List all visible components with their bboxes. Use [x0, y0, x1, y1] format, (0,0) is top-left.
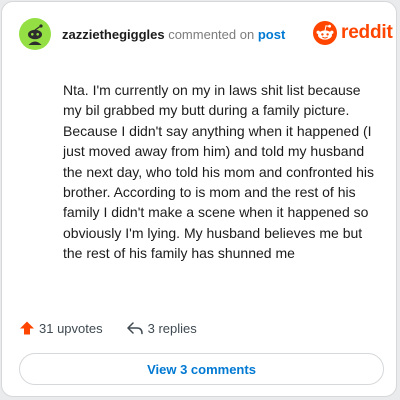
comment-body: Nta. I'm currently on my in laws shit li… [63, 82, 375, 262]
reddit-wordmark: reddit [341, 22, 393, 43]
commented-on-text: commented on [168, 27, 255, 42]
upvote-arrow-icon [20, 321, 34, 335]
username-link[interactable]: zazziethegiggles [62, 27, 165, 42]
post-link[interactable]: post [258, 27, 285, 42]
snoo-avatar-icon[interactable] [19, 18, 51, 50]
comment-header: zazziethegiggles commented on post [62, 27, 285, 42]
comment-actions: 31 upvotes 3 replies [19, 320, 197, 336]
upvote-count: 31 upvotes [39, 320, 103, 336]
replies-count: 3 replies [147, 320, 197, 336]
view-comments-button[interactable]: View 3 comments [19, 353, 384, 385]
upvote-button[interactable]: 31 upvotes [19, 320, 103, 336]
reply-arrow-icon [126, 322, 143, 335]
replies-button[interactable]: 3 replies [126, 320, 197, 336]
comment-card: zazziethegiggles commented on post reddi… [1, 1, 397, 397]
reddit-logo[interactable]: reddit [313, 21, 393, 45]
reddit-snoo-icon [313, 21, 337, 45]
